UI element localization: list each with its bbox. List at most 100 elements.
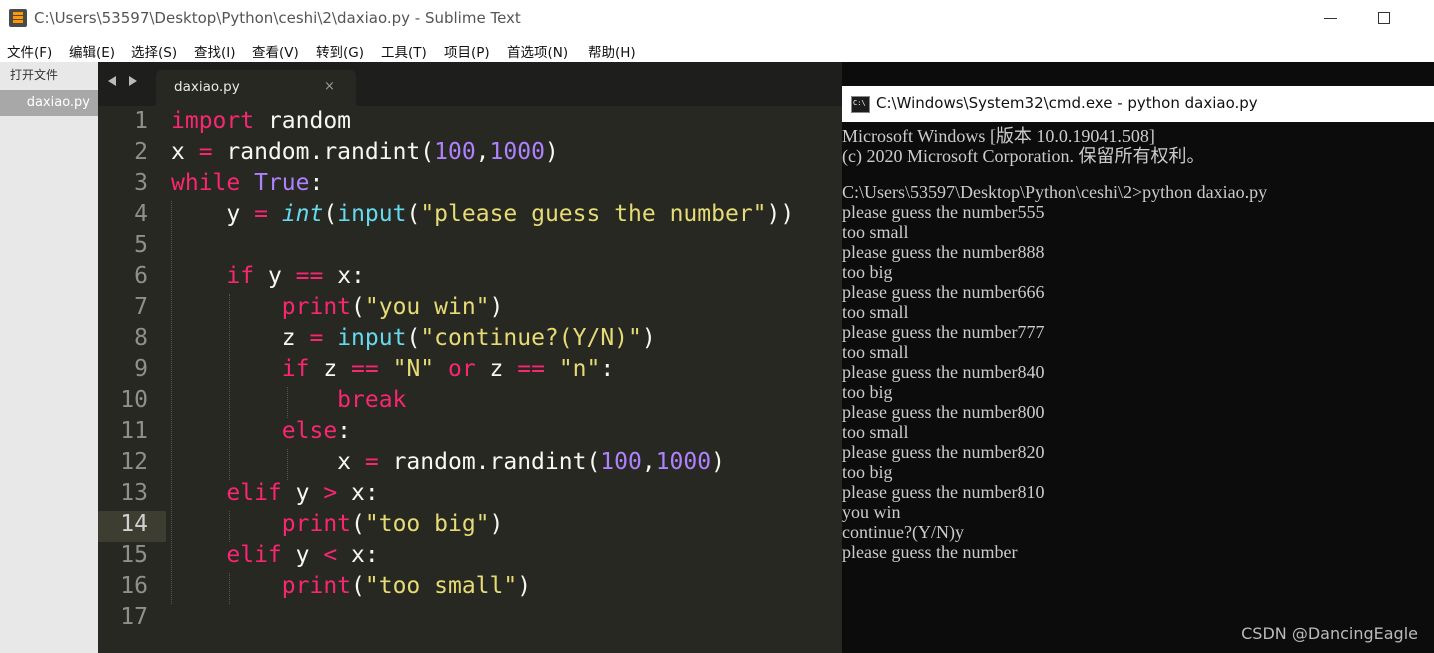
console-line: too big (842, 462, 893, 482)
console-line: please guess the number777 (842, 322, 1045, 342)
console-line: C:\Users\53597\Desktop\Python\ceshi\2>py… (842, 182, 1268, 202)
code-line: if z == "N" or z == "n": (171, 356, 614, 382)
code-line: x = random.randint(100,1000) (171, 449, 725, 475)
console-window[interactable]: C:\Windows\System32\cmd.exe - python dax… (842, 62, 1434, 653)
code-token: y (254, 263, 296, 289)
code-line: y = int(input("please guess the number")… (171, 201, 794, 227)
code-token: or (448, 356, 476, 382)
code-token: ( (406, 201, 421, 227)
code-token: ( (351, 573, 365, 599)
sidebar-item-daxiao[interactable]: daxiao.py (0, 90, 98, 116)
code-line: while True: (171, 170, 323, 196)
code-line: if y == x: (171, 263, 365, 289)
code-token: == (517, 356, 545, 382)
code-token: 100 (600, 449, 642, 475)
code-token: ( (406, 325, 421, 351)
console-line: too small (842, 222, 909, 242)
menu-edit[interactable]: 编辑(E) (69, 41, 115, 61)
code-token: z (309, 356, 352, 382)
code-token: 1000 (655, 449, 712, 475)
code-line: else: (171, 418, 351, 444)
line-number: 14 (120, 511, 148, 537)
line-number: 16 (120, 573, 148, 599)
tab-daxiao[interactable]: daxiao.py × (156, 70, 356, 106)
code-token: print (281, 573, 352, 599)
code-token: int (281, 201, 324, 227)
code-line: print("too small") (171, 573, 531, 599)
code-token: "too small" (364, 573, 518, 599)
code-token: "please guess the number" (420, 201, 767, 227)
maximize-button[interactable] (1372, 6, 1396, 30)
code-token: == (295, 263, 324, 289)
code-token: = (198, 139, 213, 165)
code-token: ( (351, 511, 365, 537)
code-token: ( (323, 201, 338, 227)
code-token: else (281, 418, 338, 444)
line-number: 17 (120, 604, 148, 630)
code-line: print("too big") (171, 511, 504, 537)
console-line: please guess the number (842, 542, 1018, 562)
line-number: 5 (134, 232, 148, 258)
console-line: (c) 2020 Microsoft Corporation. 保留所有权利。 (842, 146, 1205, 166)
code-token: ) (517, 573, 532, 599)
menu-preferences[interactable]: 首选项(N) (507, 41, 568, 61)
line-number: 11 (120, 418, 148, 444)
code-token: random (254, 108, 352, 134)
code-token: input (337, 325, 407, 351)
code-token: if (281, 356, 310, 382)
code-line: elif y > x: (171, 480, 378, 506)
menu-view[interactable]: 查看(V) (252, 41, 299, 61)
console-line: you win (842, 502, 901, 522)
code-token: x: (323, 263, 365, 289)
code-editor[interactable]: daxiao.py × 1 2 3 4 5 6 7 8 9 10 11 12 13 14 15 16 17 im… (98, 62, 842, 653)
code-token: ) (641, 325, 656, 351)
code-token: = (254, 201, 268, 227)
minimize-button[interactable] (1319, 6, 1343, 30)
watermark: CSDN @DancingEagle (1241, 624, 1418, 643)
code-line: break (171, 387, 406, 413)
menu-help[interactable]: 帮助(H) (588, 41, 636, 61)
code-token: == (351, 356, 379, 382)
code-token: > (323, 480, 338, 506)
console-line: please guess the number840 (842, 362, 1045, 382)
console-line: too big (842, 382, 893, 402)
tab-nav-left-icon[interactable] (108, 76, 116, 86)
console-line: too small (842, 302, 909, 322)
code-token: x: (337, 542, 379, 568)
menu-find[interactable]: 查找(I) (194, 41, 236, 61)
menu-project[interactable]: 项目(P) (444, 41, 490, 61)
code-token: "n" (558, 356, 601, 382)
code-line: z = input("continue?(Y/N)") (171, 325, 656, 351)
console-title-bar: C:\Windows\System32\cmd.exe - python dax… (842, 86, 1434, 122)
console-line: please guess the number666 (842, 282, 1045, 302)
code-token: x (171, 449, 365, 475)
close-icon[interactable]: × (324, 79, 335, 94)
menu-goto[interactable]: 转到(G) (316, 41, 364, 61)
console-line: please guess the number888 (842, 242, 1045, 262)
code-token: "too big" (364, 511, 490, 537)
menu-bar: 文件(F) 编辑(E) 选择(S) 查找(I) 查看(V) 转到(G) 工具(T… (0, 36, 1434, 62)
code-token: = (309, 325, 324, 351)
code-token: y (171, 201, 255, 227)
code-token: z (171, 325, 310, 351)
line-number: 6 (134, 263, 148, 289)
code-token: while (171, 170, 241, 196)
code-token: x (171, 139, 199, 165)
tab-nav-right-icon[interactable] (129, 76, 137, 86)
code-token: ) (489, 294, 504, 320)
menu-selection[interactable]: 选择(S) (131, 41, 177, 61)
menu-tools[interactable]: 工具(T) (381, 41, 427, 61)
code-token: elif (226, 542, 282, 568)
code-token: ) (544, 139, 559, 165)
menu-file[interactable]: 文件(F) (7, 41, 52, 61)
console-line: too small (842, 342, 909, 362)
code-token: print (281, 294, 352, 320)
line-number: 15 (120, 542, 148, 568)
